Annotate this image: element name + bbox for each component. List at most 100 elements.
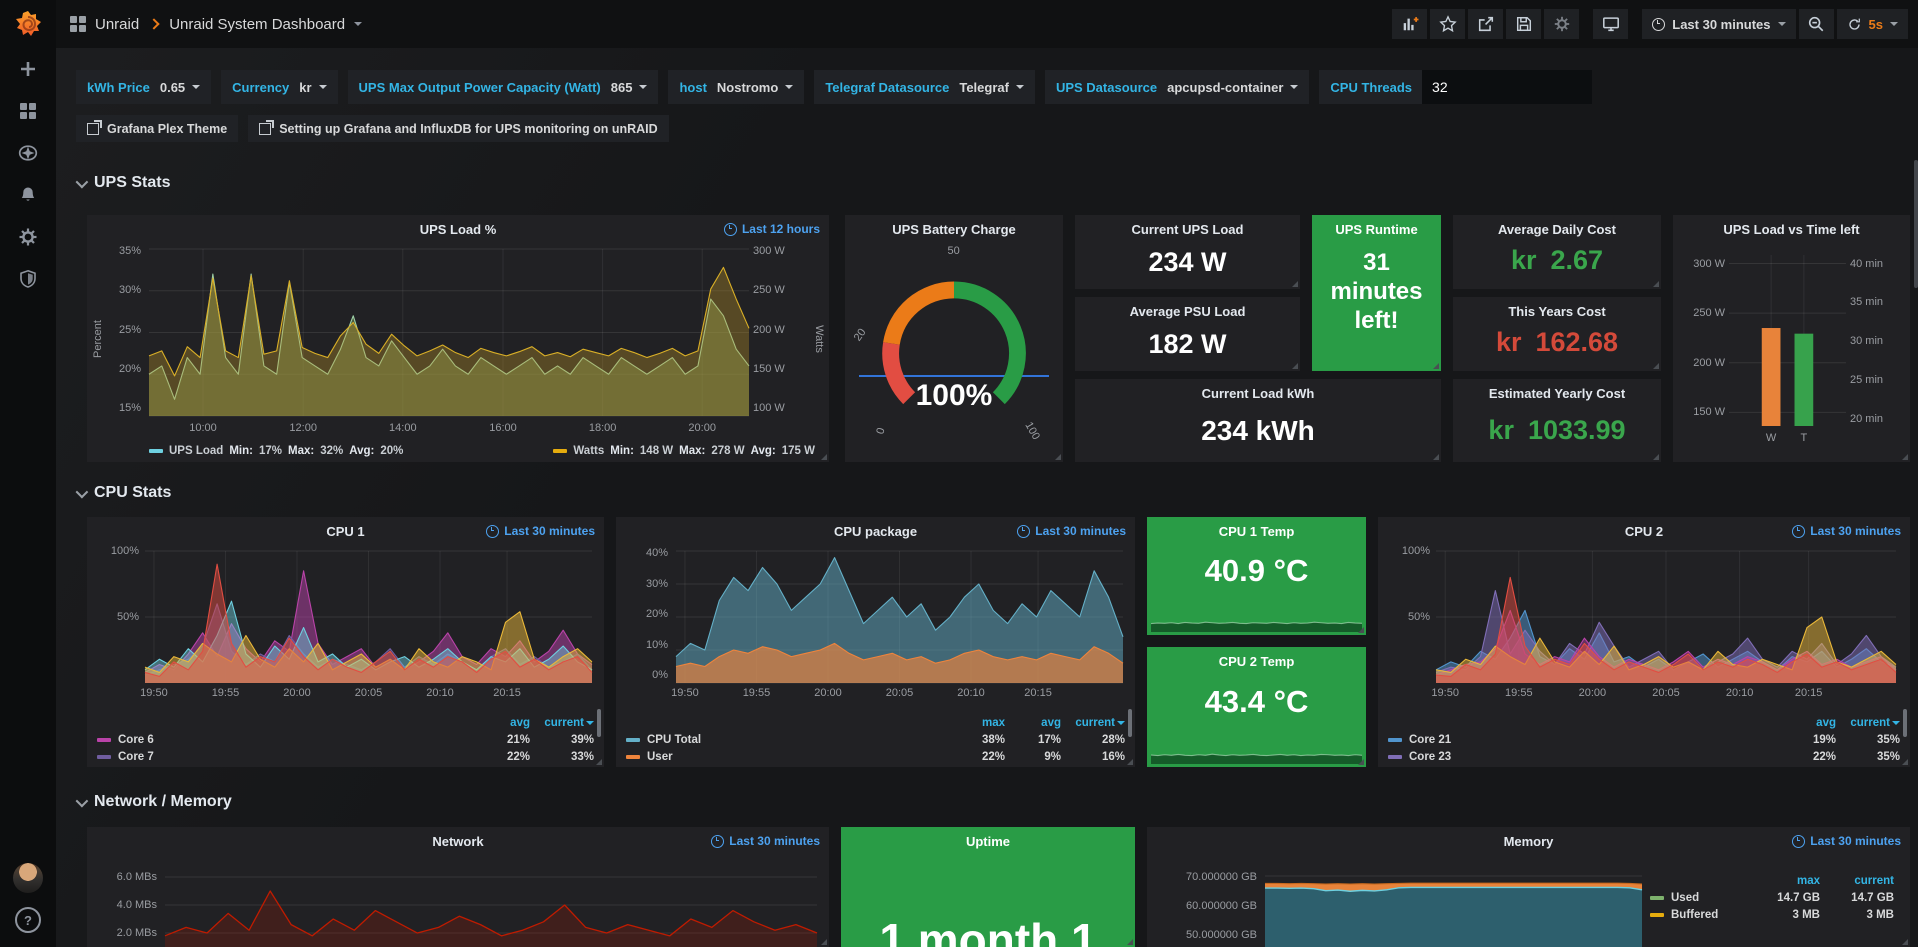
panel-time-override[interactable]: Last 30 minutes xyxy=(1792,524,1901,538)
legend-col-avg[interactable]: avg xyxy=(1005,717,1061,729)
legend-col-avg[interactable]: avg xyxy=(474,717,530,729)
caret-icon xyxy=(1016,85,1024,89)
user-avatar[interactable] xyxy=(13,863,43,893)
y-tick: 4.0 MBs xyxy=(101,899,157,911)
legend-item[interactable]: CPU Total xyxy=(626,734,949,746)
legend-scrollbar[interactable] xyxy=(597,709,601,737)
refresh-picker[interactable]: 5s xyxy=(1837,9,1908,39)
legend-item[interactable]: Buffered xyxy=(1650,909,1746,921)
panel-title[interactable]: Current Load kWh xyxy=(1075,386,1441,401)
panel-title[interactable]: Current UPS Load xyxy=(1075,222,1300,237)
panel-title[interactable]: Average Daily Cost xyxy=(1453,222,1661,237)
variable-value[interactable]: 865 xyxy=(611,80,648,95)
legend-item[interactable]: Used xyxy=(1650,892,1746,904)
panel-time-override[interactable]: Last 30 minutes xyxy=(486,524,595,538)
configuration-gear-icon[interactable] xyxy=(0,216,56,258)
legend-item-ups-load[interactable]: UPS Load Min:17% Max:32% Avg:20% xyxy=(149,445,403,457)
alerting-bell-icon[interactable] xyxy=(0,174,56,216)
save-button[interactable] xyxy=(1506,9,1541,39)
legend-col-avg[interactable]: avg xyxy=(1780,717,1836,729)
help-icon[interactable]: ? xyxy=(15,907,41,933)
page-scrollbar[interactable] xyxy=(1914,160,1918,288)
legend-scrollbar[interactable] xyxy=(1903,709,1907,737)
section-cpu-stats[interactable]: CPU Stats xyxy=(76,484,171,502)
panel-time-override[interactable]: Last 30 minutes xyxy=(711,834,820,848)
variable-value[interactable]: Telegraf xyxy=(959,80,1024,95)
variable-label: CPU Threads xyxy=(1330,80,1412,95)
gauge-tick: 0 xyxy=(874,426,887,435)
panel-title[interactable]: UPS Load vs Time left xyxy=(1673,222,1910,237)
panel-title[interactable]: CPU 2 Temp xyxy=(1147,654,1366,669)
cpu2-chart[interactable] xyxy=(1436,551,1896,683)
add-panel-button[interactable] xyxy=(1392,9,1427,39)
legend-scrollbar[interactable] xyxy=(1128,709,1132,737)
memory-chart[interactable] xyxy=(1265,869,1642,947)
panel-title[interactable]: This Years Cost xyxy=(1453,304,1661,319)
panel-time-override[interactable]: Last 12 hours xyxy=(724,222,820,236)
share-button[interactable] xyxy=(1468,9,1503,39)
legend-col-current[interactable]: current xyxy=(1061,717,1125,729)
dashboards-icon[interactable] xyxy=(0,90,56,132)
ups-bars-chart[interactable] xyxy=(1729,255,1846,426)
create-plus-icon[interactable] xyxy=(0,48,56,90)
panel-settings-button[interactable] xyxy=(1544,9,1579,39)
star-button[interactable] xyxy=(1430,9,1465,39)
chevron-down-icon xyxy=(76,794,89,807)
panel-time-override[interactable]: Last 30 minutes xyxy=(1017,524,1126,538)
legend-col-max[interactable]: max xyxy=(1746,875,1820,887)
variable-ups-max-output[interactable]: UPS Max Output Power Capacity (Watt) 865 xyxy=(348,70,659,104)
variable-value[interactable]: Nostromo xyxy=(717,80,793,95)
variable-host[interactable]: host Nostromo xyxy=(668,70,804,104)
link-grafana-plex-theme[interactable]: Grafana Plex Theme xyxy=(76,115,238,142)
legend-col-current[interactable]: current xyxy=(530,717,594,729)
panel-title[interactable]: Estimated Yearly Cost xyxy=(1453,386,1661,401)
cpu-package-chart[interactable] xyxy=(676,551,1123,683)
panel-time-override[interactable]: Last 30 minutes xyxy=(1792,834,1901,848)
variable-value[interactable]: kr xyxy=(299,80,326,95)
page-title[interactable]: Unraid System Dashboard xyxy=(169,16,345,33)
legend-col-max[interactable]: max xyxy=(949,717,1005,729)
panel-title[interactable]: CPU 1 Temp xyxy=(1147,524,1366,539)
network-chart[interactable] xyxy=(165,863,817,947)
variable-telegraf-datasource[interactable]: Telegraf Datasource Telegraf xyxy=(814,70,1035,104)
breadcrumb-app[interactable]: Unraid xyxy=(95,16,139,33)
server-admin-shield-icon[interactable] xyxy=(0,258,56,300)
ups-load-chart[interactable] xyxy=(149,249,749,416)
top-nav: Unraid Unraid System Dashboard xyxy=(56,0,1918,48)
time-range-picker[interactable]: Last 30 minutes xyxy=(1642,9,1795,39)
panel-title[interactable]: UPS Battery Charge xyxy=(845,222,1063,237)
panel-title[interactable]: UPS Load % xyxy=(87,222,829,237)
title-caret-icon[interactable] xyxy=(354,22,362,26)
y-tick-right: 20 min xyxy=(1850,413,1902,425)
zoom-out-button[interactable] xyxy=(1799,9,1834,39)
section-ups-stats[interactable]: UPS Stats xyxy=(76,174,170,192)
panel-title[interactable]: Uptime xyxy=(841,834,1135,849)
panel-title[interactable]: Average PSU Load xyxy=(1075,304,1300,319)
legend-col-current[interactable]: current xyxy=(1820,875,1894,887)
section-network-memory[interactable]: Network / Memory xyxy=(76,793,232,811)
cycle-view-tv-button[interactable] xyxy=(1593,9,1628,39)
cpu-threads-input[interactable]: 32 xyxy=(1422,70,1592,104)
explore-compass-icon[interactable] xyxy=(0,132,56,174)
link-ups-monitoring-guide[interactable]: Setting up Grafana and InfluxDB for UPS … xyxy=(248,115,668,142)
currency-prefix: kr xyxy=(1488,415,1514,446)
variable-value[interactable]: 0.65 xyxy=(160,80,200,95)
legend-col-current[interactable]: current xyxy=(1836,717,1900,729)
panel-title[interactable]: UPS Runtime xyxy=(1312,222,1441,237)
legend-value: 3 MB xyxy=(1820,909,1894,921)
clock-icon xyxy=(486,525,499,538)
legend-item[interactable]: Core 6 xyxy=(97,734,474,746)
legend-item[interactable]: Core 7 xyxy=(97,751,474,763)
variable-ups-datasource[interactable]: UPS Datasource apcupsd-container xyxy=(1045,70,1309,104)
legend-item[interactable]: Core 23 xyxy=(1388,751,1780,763)
legend-item-watts[interactable]: Watts Min:148 W Max:278 W Avg:175 W xyxy=(553,445,815,457)
legend-item[interactable]: Core 21 xyxy=(1388,734,1780,746)
dashboard-grid-icon[interactable] xyxy=(70,16,86,32)
variable-kwh-price[interactable]: kWh Price 0.65 xyxy=(76,70,211,104)
variable-currency[interactable]: Currency kr xyxy=(221,70,337,104)
cpu1-chart[interactable] xyxy=(145,551,592,683)
legend-item[interactable]: User xyxy=(626,751,949,763)
variable-value[interactable]: apcupsd-container xyxy=(1167,80,1298,95)
legend-marker xyxy=(1650,896,1664,900)
grafana-logo-icon[interactable] xyxy=(0,0,56,48)
